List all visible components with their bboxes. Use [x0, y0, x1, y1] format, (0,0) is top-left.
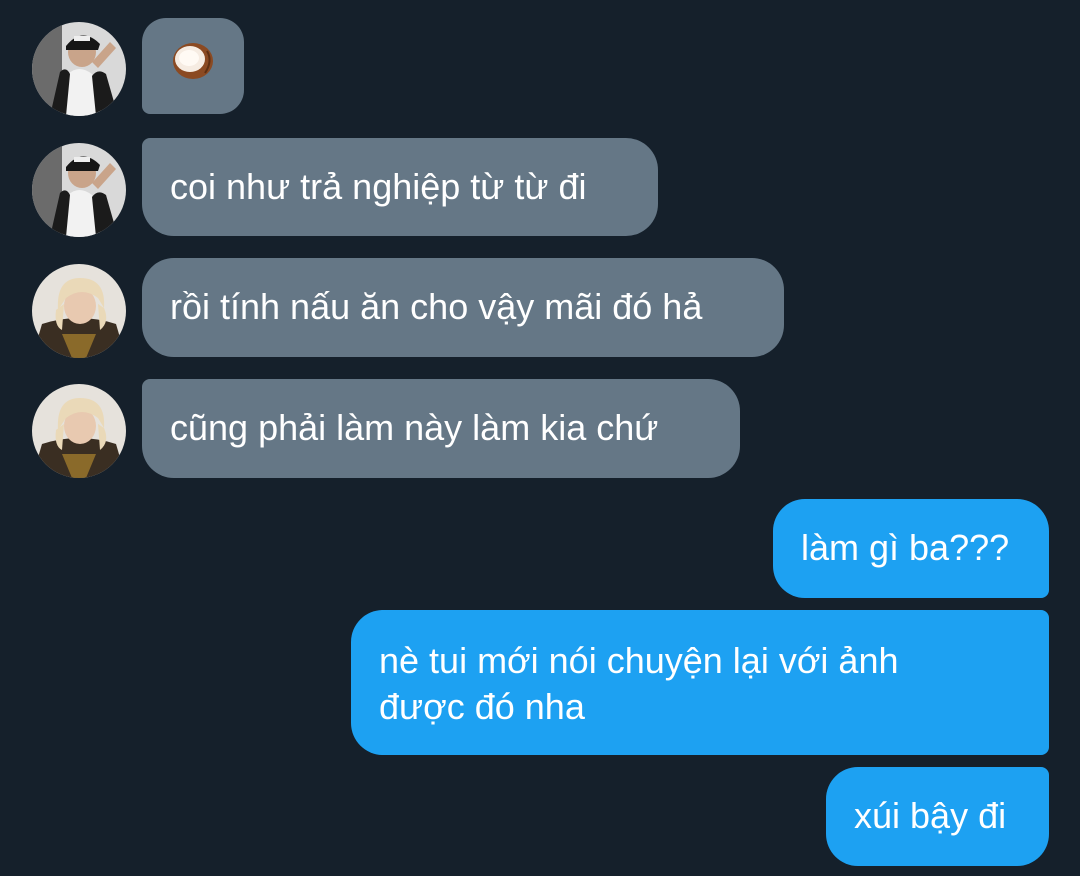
message-text: coi như trả nghiệp từ từ đi	[170, 166, 587, 207]
message-bubble[interactable]: coi như trả nghiệp từ từ đi	[142, 138, 658, 236]
message-bubble[interactable]: xúi bậy đi	[826, 767, 1049, 866]
message-bubble[interactable]: làm gì ba???	[773, 499, 1049, 598]
message-bubble[interactable]: nè tui mới nói chuyện lại với ảnh được đ…	[351, 610, 1049, 755]
avatar-user-2[interactable]	[32, 264, 126, 358]
coconut-emoji-icon	[171, 41, 215, 92]
avatar-user-1[interactable]	[32, 143, 126, 237]
message-text: xúi bậy đi	[854, 795, 1007, 836]
message-text: làm gì ba???	[801, 527, 1010, 568]
avatar-user-1[interactable]	[32, 22, 126, 116]
message-bubble[interactable]	[142, 18, 244, 114]
conversation-thread: coi như trả nghiệp từ từ đi rồi tính nấu…	[0, 0, 1080, 876]
message-text: cũng phải làm này làm kia chứ	[170, 407, 659, 448]
message-bubble[interactable]: rồi tính nấu ăn cho vậy mãi đó hả	[142, 258, 784, 357]
message-bubble[interactable]: cũng phải làm này làm kia chứ	[142, 379, 740, 478]
message-text-line: được đó nha	[379, 686, 585, 727]
message-text: rồi tính nấu ăn cho vậy mãi đó hả	[170, 286, 703, 327]
avatar-user-2[interactable]	[32, 384, 126, 478]
message-text-line: nè tui mới nói chuyện lại với ảnh	[379, 640, 899, 681]
